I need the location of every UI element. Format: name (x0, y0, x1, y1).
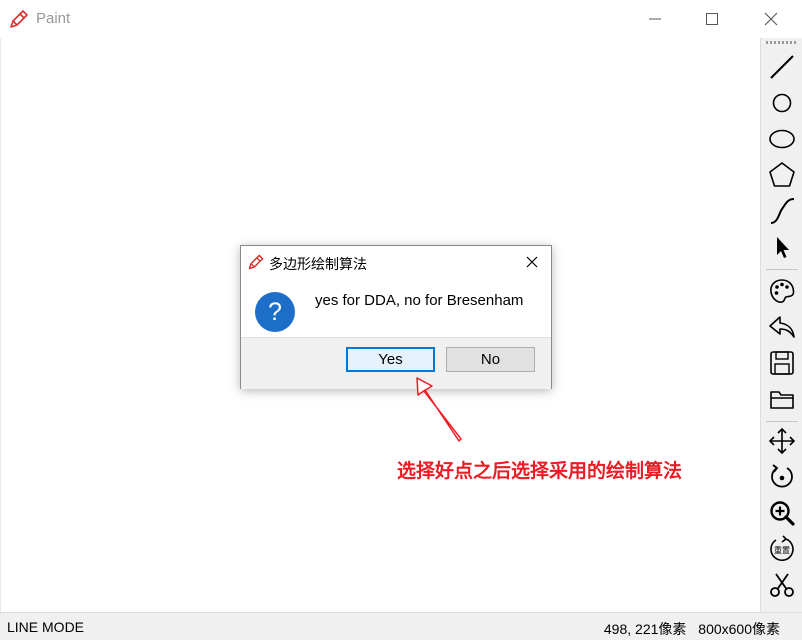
rotate-icon (771, 464, 793, 488)
close-icon (764, 12, 778, 26)
undo-tool[interactable] (765, 310, 799, 344)
select-tool[interactable] (765, 230, 799, 264)
cursor-arrow-icon (777, 237, 789, 258)
status-right-group: 498, 221像素 800x600像素 (604, 619, 780, 639)
save-tool[interactable] (765, 346, 799, 380)
clip-tool[interactable] (765, 568, 799, 602)
reset-icon-label: 重置 (774, 545, 790, 555)
annotation-text: 选择好点之后选择采用的绘制算法 (397, 460, 683, 482)
pentagon-icon (769, 162, 795, 187)
title-bar: Paint (0, 0, 802, 38)
ellipse-icon (769, 129, 795, 149)
status-canvas-size: 800x600像素 (698, 621, 780, 637)
undo-arrow-icon (769, 316, 795, 338)
circle-icon (772, 93, 792, 113)
annotation-arrow-icon (416, 377, 462, 442)
polygon-tool[interactable] (765, 158, 799, 192)
line-icon (770, 55, 794, 79)
scissors-icon (770, 573, 794, 597)
tool-toolbar: 重置 (760, 38, 802, 612)
pencil-dialog-icon (247, 253, 265, 271)
dialog-message: yes for DDA, no for Bresenham (315, 292, 524, 309)
toolbar-separator (766, 421, 798, 422)
folder-icon (770, 391, 794, 409)
curve-tool[interactable] (765, 194, 799, 228)
ellipse-tool[interactable] (765, 122, 799, 156)
line-tool[interactable] (765, 50, 799, 84)
zoom-in-icon (770, 501, 795, 526)
toolbar-separator (766, 269, 798, 270)
reset-tool[interactable]: 重置 (765, 532, 799, 566)
status-mode: LINE MODE (7, 619, 85, 635)
pencil-app-icon (8, 8, 30, 30)
dialog-close-button[interactable] (519, 250, 545, 274)
maximize-button[interactable] (689, 0, 735, 38)
algorithm-dialog: 多边形绘制算法 ? yes for DDA, no for Bresenham … (240, 245, 552, 389)
dialog-footer: Yes No (241, 337, 551, 389)
move-tool[interactable] (765, 424, 799, 458)
status-coordinates: 498, 221像素 (603, 621, 687, 637)
minimize-button[interactable] (632, 0, 678, 38)
maximize-icon (706, 13, 718, 25)
zoom-tool[interactable] (765, 496, 799, 530)
move-arrows-icon (768, 427, 796, 455)
dialog-title: 多边形绘制算法 (269, 256, 367, 272)
save-disk-icon (770, 351, 794, 375)
reset-icon: 重置 (770, 535, 794, 561)
toolbar-grip[interactable] (766, 41, 798, 44)
color-tool[interactable] (765, 274, 799, 308)
close-icon (526, 256, 538, 268)
open-tool[interactable] (765, 382, 799, 416)
circle-tool[interactable] (765, 86, 799, 120)
window-title: Paint (36, 10, 71, 27)
rotate-tool[interactable] (765, 460, 799, 494)
curve-icon (770, 198, 795, 224)
palette-icon (770, 279, 795, 303)
close-button[interactable] (748, 0, 794, 38)
status-bar: LINE MODE 498, 221像素 800x600像素 (0, 612, 802, 640)
minimize-icon (649, 18, 661, 20)
question-icon: ? (255, 292, 295, 332)
